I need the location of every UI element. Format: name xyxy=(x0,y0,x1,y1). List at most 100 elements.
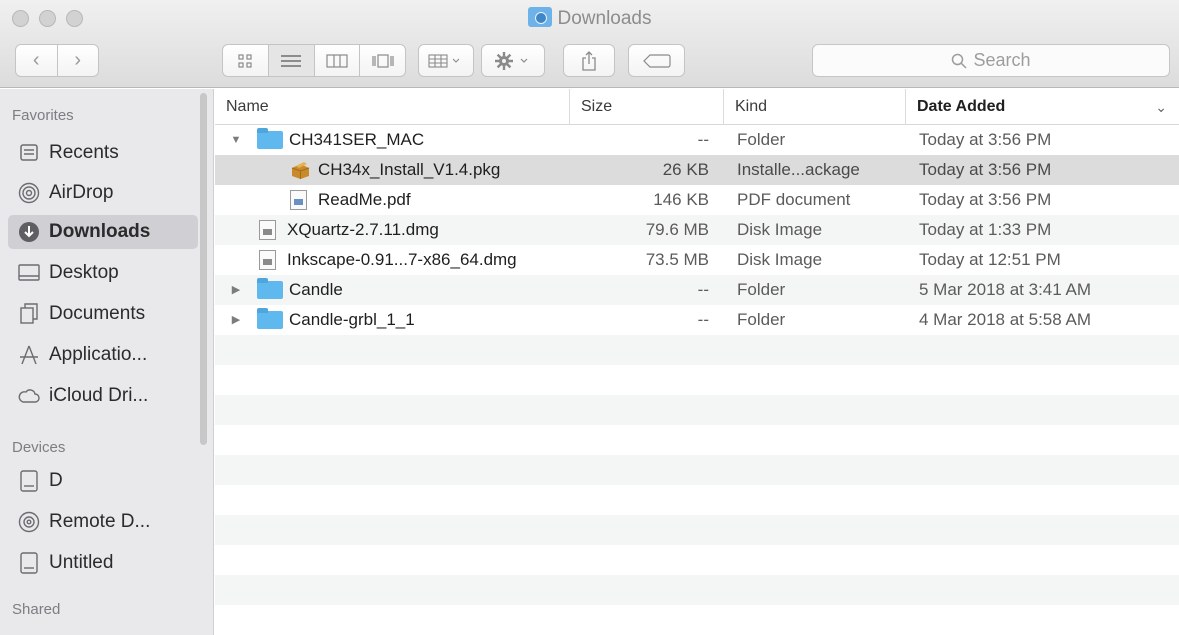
view-mode-buttons xyxy=(222,44,406,77)
file-date-added: Today at 3:56 PM xyxy=(919,130,1052,149)
sidebar-item-recents[interactable]: Recents xyxy=(8,136,198,170)
back-button[interactable]: ‹ xyxy=(16,45,57,76)
sidebar-item-label: Desktop xyxy=(49,262,119,283)
file-size: 146 KB xyxy=(653,190,709,209)
column-header-size[interactable]: Size xyxy=(569,89,723,125)
sidebar-item-applications[interactable]: Applicatio... xyxy=(8,338,198,372)
sidebar-item-label: Untitled xyxy=(49,552,114,573)
file-kind: PDF document xyxy=(737,190,851,209)
icloud-icon xyxy=(18,385,40,407)
file-size: -- xyxy=(697,310,709,329)
icon-view-button[interactable] xyxy=(223,45,268,76)
sidebar-scrollbar[interactable] xyxy=(200,93,207,445)
file-kind: Disk Image xyxy=(737,250,823,269)
documents-icon xyxy=(18,303,40,325)
arrange-menu-button[interactable] xyxy=(418,44,474,77)
column-view-button[interactable] xyxy=(313,45,360,76)
column-header-kind[interactable]: Kind xyxy=(723,89,905,125)
table-row[interactable]: XQuartz-2.7.11.dmg 79.6 MB Disk Image Today… xyxy=(215,215,1179,245)
folder-icon xyxy=(257,308,283,329)
file-rows: ▼ CH341SER_MAC -- Folder Today at 3:56 PM CH3… xyxy=(215,125,1179,635)
pdf-file-icon xyxy=(290,190,307,210)
forward-button[interactable]: › xyxy=(56,45,99,76)
share-button[interactable] xyxy=(563,44,615,77)
sidebar-item-downloads[interactable]: Downloads xyxy=(8,215,198,249)
search-icon xyxy=(952,53,967,69)
sidebar-item-icloud-drive[interactable]: iCloud Dri... xyxy=(8,379,198,413)
column-header-date-added[interactable]: Date Added xyxy=(905,89,1179,125)
empty-row xyxy=(215,605,1179,635)
file-size: -- xyxy=(697,130,709,149)
sidebar-heading-devices: Devices xyxy=(12,439,66,456)
tag-icon xyxy=(642,53,671,68)
window-title: Downloads xyxy=(0,7,1179,30)
file-size: 26 KB xyxy=(662,160,709,179)
gallery-view-icon xyxy=(372,53,394,68)
sidebar-item-documents[interactable]: Documents xyxy=(8,297,198,331)
table-row[interactable]: CH34x_Install_V1.4.pkg 26 KB Installe...ac… xyxy=(215,155,1179,185)
navigation-buttons: ‹ › xyxy=(15,44,99,77)
sort-chevron-down-icon[interactable]: ⌄ xyxy=(1155,89,1167,125)
share-icon xyxy=(582,50,596,71)
search-field[interactable]: Search xyxy=(812,44,1170,77)
window-title-text: Downloads xyxy=(557,8,652,29)
disk-icon xyxy=(18,552,40,574)
disclosure-expanded-icon[interactable]: ▼ xyxy=(229,125,243,155)
table-row[interactable]: ▶ Candle-grbl_1_1 -- Folder 4 Mar 2018 at 5:… xyxy=(215,305,1179,335)
table-row[interactable]: ▶ Candle -- Folder 5 Mar 2018 at 3:41 AM xyxy=(215,275,1179,305)
disk-image-file-icon xyxy=(259,220,276,240)
edit-tags-button[interactable] xyxy=(628,44,685,77)
sidebar-item-device-d[interactable]: D xyxy=(8,464,198,498)
file-kind: Folder xyxy=(737,310,786,329)
empty-row xyxy=(215,485,1179,515)
file-name: CH34x_Install_V1.4.pkg xyxy=(318,160,501,179)
gallery-view-button[interactable] xyxy=(359,45,405,76)
sidebar-item-untitled[interactable]: Untitled xyxy=(8,546,198,580)
file-size: -- xyxy=(697,280,709,299)
sidebar-item-desktop[interactable]: Desktop xyxy=(8,256,198,290)
empty-row xyxy=(215,335,1179,365)
file-name: ReadMe.pdf xyxy=(318,190,411,209)
sidebar-item-label: Recents xyxy=(49,142,119,163)
window-toolbar: Downloads ‹ › Search xyxy=(0,0,1179,88)
table-row[interactable]: ReadMe.pdf 146 KB PDF document Today at 3:5… xyxy=(215,185,1179,215)
package-icon xyxy=(290,160,311,179)
applications-icon xyxy=(18,344,40,366)
file-date-added: Today at 1:33 PM xyxy=(919,220,1052,239)
file-kind: Folder xyxy=(737,130,786,149)
sidebar-item-label: AirDrop xyxy=(49,182,114,203)
sidebar-item-label: Remote D... xyxy=(49,511,151,532)
file-name: XQuartz-2.7.11.dmg xyxy=(287,220,439,239)
disclosure-collapsed-icon[interactable]: ▶ xyxy=(229,275,243,305)
file-date-added: Today at 3:56 PM xyxy=(919,160,1052,179)
file-kind: Disk Image xyxy=(737,220,823,239)
sidebar-item-label: iCloud Dri... xyxy=(49,385,149,406)
column-view-icon xyxy=(326,53,348,68)
table-row[interactable]: ▼ CH341SER_MAC -- Folder Today at 3:56 PM xyxy=(215,125,1179,155)
downloads-folder-icon xyxy=(527,7,552,27)
file-name: CH341SER_MAC xyxy=(289,130,425,149)
sidebar-item-remote-disc[interactable]: Remote D... xyxy=(8,505,198,539)
file-kind: Installe...ackage xyxy=(737,160,860,179)
column-header-name[interactable]: Name xyxy=(215,89,569,125)
table-row[interactable]: Inkscape-0.91...7-x86_64.dmg 73.5 MB Disk … xyxy=(215,245,1179,275)
downloads-icon xyxy=(18,221,40,243)
empty-row xyxy=(215,455,1179,485)
file-kind: Folder xyxy=(737,280,786,299)
folder-icon xyxy=(257,128,283,149)
file-date-added: 4 Mar 2018 at 5:58 AM xyxy=(919,310,1091,329)
empty-row xyxy=(215,575,1179,605)
file-date-added: 5 Mar 2018 at 3:41 AM xyxy=(919,280,1091,299)
file-size: 73.5 MB xyxy=(645,250,709,269)
empty-row xyxy=(215,425,1179,455)
recents-icon xyxy=(18,142,40,164)
action-menu-button[interactable] xyxy=(481,44,545,77)
disk-icon xyxy=(18,470,40,492)
sidebar-heading-favorites: Favorites xyxy=(12,107,74,124)
desktop-icon xyxy=(18,262,40,284)
icon-view-icon xyxy=(238,53,252,68)
list-view-icon xyxy=(281,54,302,67)
disclosure-collapsed-icon[interactable]: ▶ xyxy=(229,305,243,335)
list-view-button[interactable] xyxy=(267,45,314,76)
sidebar-item-airdrop[interactable]: AirDrop xyxy=(8,176,198,210)
